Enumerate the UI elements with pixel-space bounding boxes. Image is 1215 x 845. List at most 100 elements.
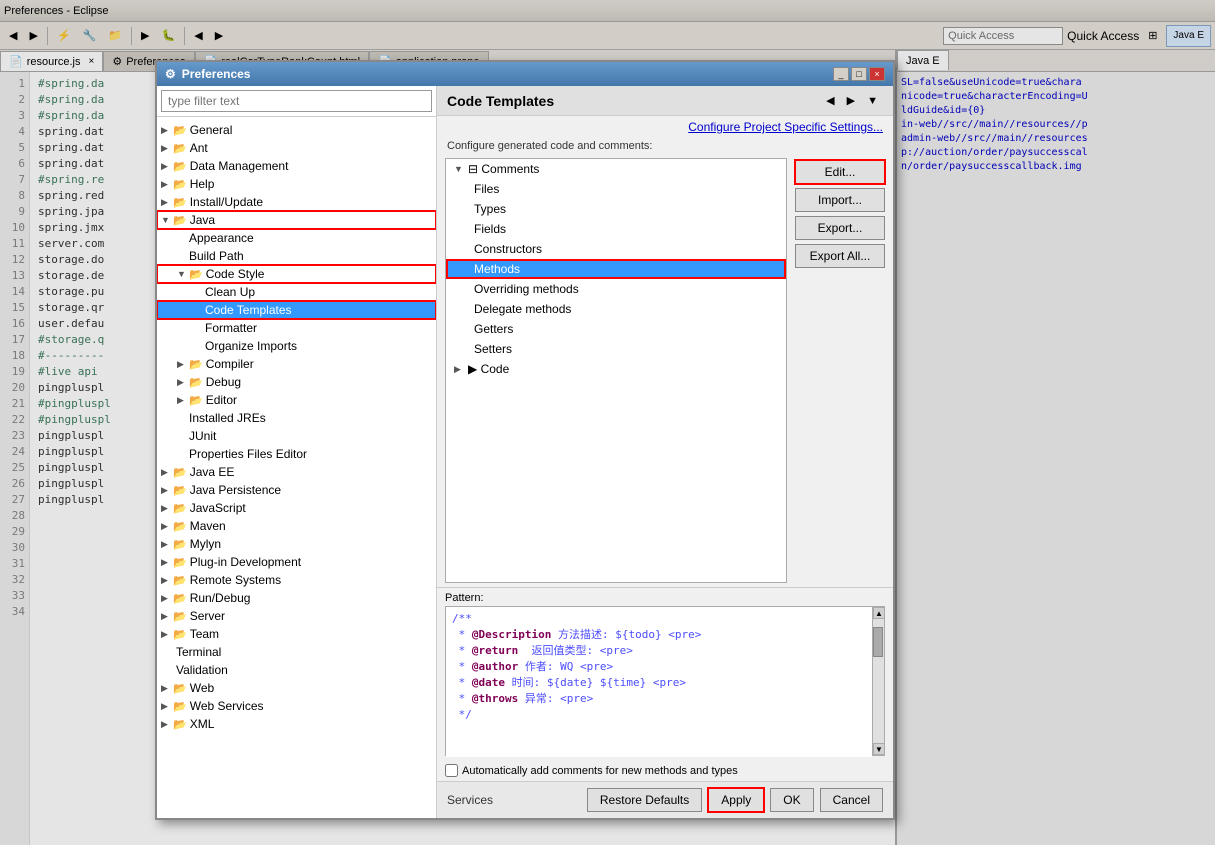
- tree-item-plugin-development[interactable]: ▶📂Plug-in Development: [157, 553, 436, 571]
- folder-icon-run-debug: 📂: [173, 592, 187, 605]
- tree-item-compiler[interactable]: ▶📂Compiler: [157, 355, 436, 373]
- dialog-maximize-btn[interactable]: □: [851, 67, 867, 81]
- tree-label-junit: JUnit: [189, 429, 216, 443]
- tree-item-javascript[interactable]: ▶📂JavaScript: [157, 499, 436, 517]
- tmpl-methods[interactable]: Methods: [446, 259, 786, 279]
- services-label: Services: [447, 793, 493, 807]
- tree-item-web[interactable]: ▶📂Web: [157, 679, 436, 697]
- tree-item-java-persistence[interactable]: ▶📂Java Persistence: [157, 481, 436, 499]
- action-btn-export[interactable]: Export...: [795, 216, 885, 240]
- auto-comment-checkbox[interactable]: [445, 764, 458, 777]
- tree-label-ant: Ant: [190, 141, 208, 155]
- tmpl-fields[interactable]: Fields: [446, 219, 786, 239]
- pattern-scrollbar[interactable]: ▲ ▼: [872, 607, 884, 755]
- restore-defaults-btn[interactable]: Restore Defaults: [587, 788, 702, 812]
- action-btn-edit[interactable]: Edit...: [795, 160, 885, 184]
- tmpl-delegate-methods[interactable]: Delegate methods: [446, 299, 786, 319]
- pattern-label: Pattern:: [445, 592, 885, 604]
- content-title: Code Templates: [447, 93, 554, 109]
- tree-item-installed-jres[interactable]: Installed JREs: [157, 409, 436, 427]
- tree-item-server[interactable]: ▶📂Server: [157, 607, 436, 625]
- tmpl-constructors[interactable]: Constructors: [446, 239, 786, 259]
- tree-label-plugin-development: Plug-in Development: [190, 555, 301, 569]
- tmpl-types[interactable]: Types: [446, 199, 786, 219]
- tree-item-web-services[interactable]: ▶📂Web Services: [157, 697, 436, 715]
- tree-item-remote-systems[interactable]: ▶📂Remote Systems: [157, 571, 436, 589]
- nav-back-btn[interactable]: ◀: [821, 92, 839, 109]
- tree-item-formatter[interactable]: Formatter: [157, 319, 436, 337]
- tree-item-java-ee[interactable]: ▶📂Java EE: [157, 463, 436, 481]
- tmpl-files[interactable]: Files: [446, 179, 786, 199]
- expand-icon-compiler: ▶: [177, 359, 189, 370]
- scrollbar-down-btn[interactable]: ▼: [873, 743, 885, 755]
- tree-item-maven[interactable]: ▶📂Maven: [157, 517, 436, 535]
- apply-btn[interactable]: Apply: [708, 788, 764, 812]
- tree-item-ant[interactable]: ▶📂Ant: [157, 139, 436, 157]
- tree-item-install-update[interactable]: ▶📂Install/Update: [157, 193, 436, 211]
- tree-label-data-management: Data Management: [190, 159, 289, 173]
- tree-item-editor[interactable]: ▶📂Editor: [157, 391, 436, 409]
- tree-label-help: Help: [190, 177, 215, 191]
- nav-menu-btn[interactable]: ▼: [862, 92, 883, 109]
- tree-item-debug[interactable]: ▶📂Debug: [157, 373, 436, 391]
- tree-item-terminal[interactable]: Terminal: [157, 643, 436, 661]
- tree-label-build-path: Build Path: [189, 249, 244, 263]
- tmpl-label-delegate-methods: Delegate methods: [474, 302, 571, 316]
- ok-btn[interactable]: OK: [770, 788, 813, 812]
- action-btn-import[interactable]: Import...: [795, 188, 885, 212]
- tree-filter-input[interactable]: [161, 90, 432, 112]
- tree-item-java[interactable]: ▼📂Java: [157, 211, 436, 229]
- scrollbar-up-btn[interactable]: ▲: [873, 607, 885, 619]
- tree-label-organize-imports: Organize Imports: [205, 339, 297, 353]
- footer-left: Services: [447, 793, 493, 807]
- folder-icon-java-persistence: 📂: [173, 484, 187, 497]
- tree-label-javascript: JavaScript: [190, 501, 246, 515]
- expand-icon-web-services: ▶: [161, 701, 173, 712]
- expand-icon-general: ▶: [161, 125, 173, 136]
- tree-item-appearance[interactable]: Appearance: [157, 229, 436, 247]
- cancel-btn[interactable]: Cancel: [820, 788, 883, 812]
- folder-icon-debug: 📂: [189, 376, 203, 389]
- configure-link[interactable]: Configure Project Specific Settings...: [437, 116, 893, 138]
- tmpl-overriding-methods[interactable]: Overriding methods: [446, 279, 786, 299]
- tree-item-data-management[interactable]: ▶📂Data Management: [157, 157, 436, 175]
- tree-item-properties-files-editor[interactable]: Properties Files Editor: [157, 445, 436, 463]
- expand-icon-code-style: ▼: [177, 269, 189, 279]
- tree-label-validation: Validation: [176, 663, 228, 677]
- tree-item-validation[interactable]: Validation: [157, 661, 436, 679]
- scrollbar-thumb[interactable]: [873, 627, 883, 657]
- folder-icon-ant: 📂: [173, 142, 187, 155]
- tree-item-run-debug[interactable]: ▶📂Run/Debug: [157, 589, 436, 607]
- tree-item-xml[interactable]: ▶📂XML: [157, 715, 436, 733]
- tree-item-junit[interactable]: JUnit: [157, 427, 436, 445]
- tree-item-help[interactable]: ▶📂Help: [157, 175, 436, 193]
- folder-icon-install-update: 📂: [173, 196, 187, 209]
- tree-label-installed-jres: Installed JREs: [189, 411, 266, 425]
- dialog-minimize-btn[interactable]: _: [833, 67, 849, 81]
- tree-item-code-templates[interactable]: Code Templates: [157, 301, 436, 319]
- pattern-editor[interactable]: /** * @Description 方法描述: ${todo} <pre> *…: [446, 607, 872, 757]
- tree-item-general[interactable]: ▶📂General: [157, 121, 436, 139]
- tree-item-team[interactable]: ▶📂Team: [157, 625, 436, 643]
- tree-item-build-path[interactable]: Build Path: [157, 247, 436, 265]
- tree-label-install-update: Install/Update: [190, 195, 263, 209]
- tree-item-organize-imports[interactable]: Organize Imports: [157, 337, 436, 355]
- nav-forward-btn[interactable]: ▶: [842, 92, 860, 109]
- tmpl-getters[interactable]: Getters: [446, 319, 786, 339]
- tree-label-run-debug: Run/Debug: [190, 591, 251, 605]
- dialog-close-btn[interactable]: ×: [869, 67, 885, 81]
- tmpl-label-fields: Fields: [474, 222, 506, 236]
- folder-icon-mylyn: 📂: [173, 538, 187, 551]
- tmpl-setters[interactable]: Setters: [446, 339, 786, 359]
- tree-label-appearance: Appearance: [189, 231, 254, 245]
- folder-icon-xml: 📂: [173, 718, 187, 731]
- tree-label-editor: Editor: [206, 393, 237, 407]
- tmpl-comments[interactable]: ▼⊟ Comments: [446, 159, 786, 179]
- content-header: Code Templates ◀ ▶ ▼: [437, 86, 893, 116]
- tree-item-clean-up[interactable]: Clean Up: [157, 283, 436, 301]
- tmpl-code[interactable]: ▶▶ Code: [446, 359, 786, 379]
- action-btn-exportall[interactable]: Export All...: [795, 244, 885, 268]
- tree-item-code-style[interactable]: ▼📂Code Style: [157, 265, 436, 283]
- expand-icon-web: ▶: [161, 683, 173, 694]
- tree-item-mylyn[interactable]: ▶📂Mylyn: [157, 535, 436, 553]
